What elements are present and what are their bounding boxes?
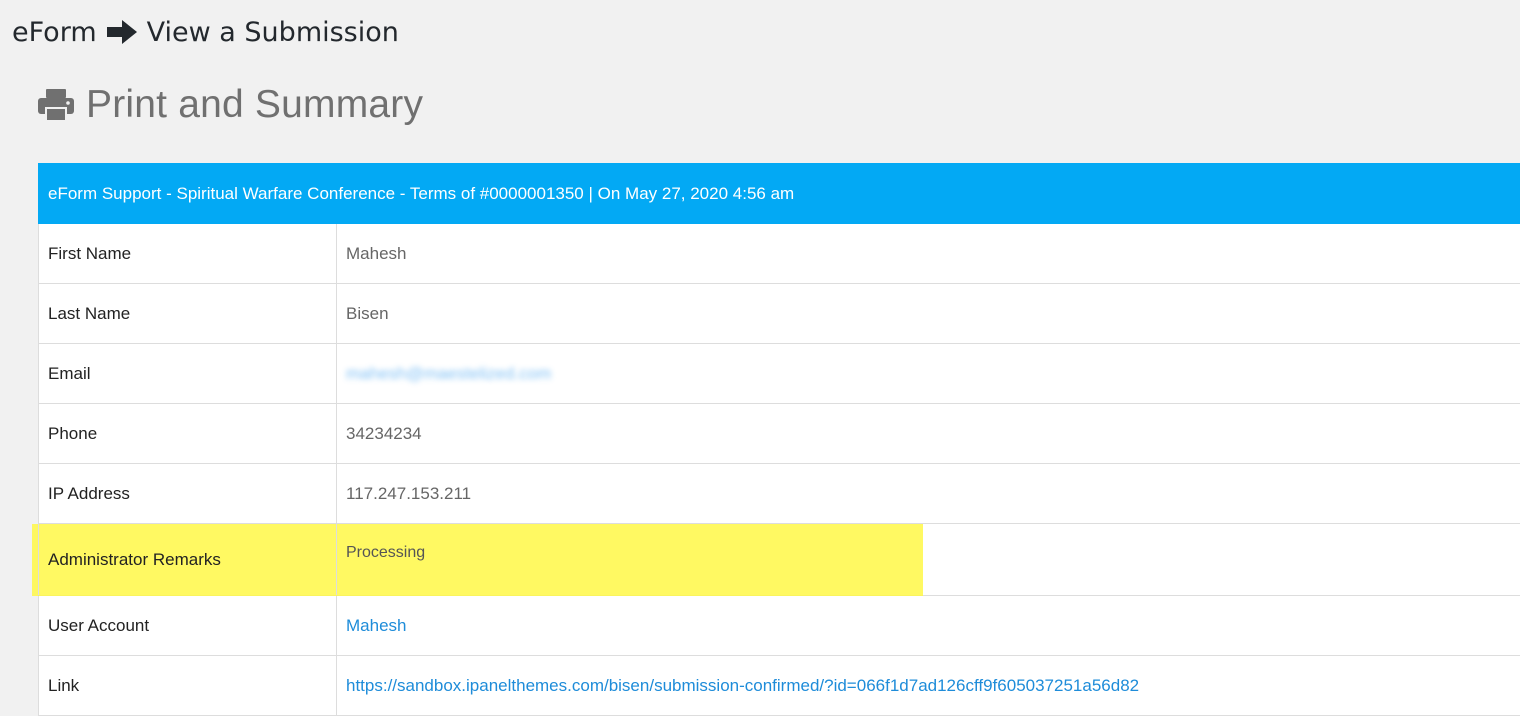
table-row-last-name: Last Name Bisen	[38, 284, 1520, 344]
row-label: Email	[38, 344, 337, 403]
row-value: 34234234	[346, 423, 422, 443]
table-header: eForm Support - Spiritual Warfare Confer…	[38, 163, 1520, 224]
breadcrumb-current: View a Submission	[146, 16, 399, 48]
row-label: Phone	[38, 404, 337, 463]
row-label: Link	[38, 656, 337, 715]
row-label: First Name	[38, 224, 337, 283]
page-title-text: Print and Summary	[86, 83, 424, 126]
email-link[interactable]: mahesh@maestelized.com	[346, 364, 551, 384]
row-value: 117.247.153.211	[346, 483, 472, 503]
breadcrumb-parent[interactable]: eForm	[12, 17, 97, 48]
row-value: Processing	[346, 544, 426, 561]
breadcrumb: eForm View a Submission	[12, 12, 399, 52]
submission-table: eForm Support - Spiritual Warfare Confer…	[32, 163, 1520, 716]
row-value: Mahesh	[346, 243, 407, 263]
table-row-phone: Phone 34234234	[38, 404, 1520, 464]
table-row-user-account: User Account Mahesh	[38, 596, 1520, 656]
row-label: User Account	[38, 596, 337, 655]
submission-link[interactable]: https://sandbox.ipanelthemes.com/bisen/s…	[337, 656, 1520, 715]
row-label: IP Address	[38, 464, 337, 523]
page-title: Print and Summary	[36, 80, 423, 130]
row-label: Administrator Remarks	[38, 524, 337, 595]
user-account-link[interactable]: Mahesh	[337, 596, 1520, 655]
arrow-right-icon	[106, 20, 137, 44]
table-row-first-name: First Name Mahesh	[38, 224, 1520, 284]
table-row-email: Email mahesh@maestelized.com	[38, 344, 1520, 404]
table-row-ip-address: IP Address 117.247.153.211	[38, 464, 1520, 524]
row-value: mahesh@maestelized.com	[337, 344, 1520, 403]
row-value: Bisen	[346, 303, 389, 323]
row-label: Last Name	[38, 284, 337, 343]
printer-icon	[38, 89, 74, 122]
table-row-admin-remarks: Administrator Remarks Processing	[32, 524, 1520, 596]
page: eForm View a Submission Print and Summar…	[0, 0, 1520, 716]
table-row-link: Link https://sandbox.ipanelthemes.com/bi…	[38, 656, 1520, 716]
